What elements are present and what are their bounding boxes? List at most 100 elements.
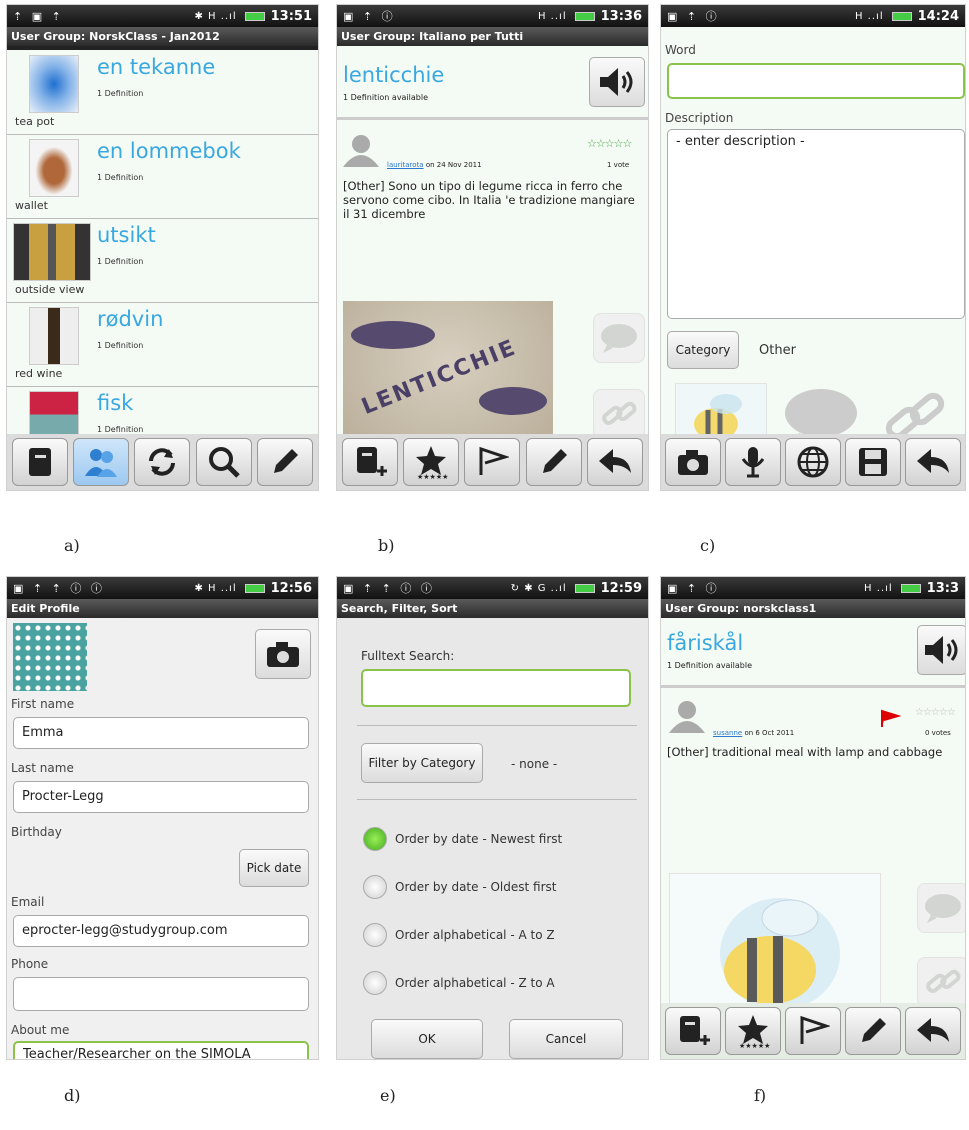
cancel-button[interactable]: Cancel: [509, 1019, 623, 1059]
list-item[interactable]: utsikt 1 Definition outside view: [7, 219, 318, 303]
screen-title: User Group: Italiano per Tutti: [337, 27, 648, 46]
last-name-input[interactable]: Procter-Legg: [13, 781, 309, 813]
rate-button[interactable]: ★★★★★: [725, 1007, 781, 1055]
flag-icon: [800, 1015, 830, 1044]
category-button[interactable]: Category: [667, 331, 739, 369]
comment-button[interactable]: [593, 313, 645, 363]
link-button[interactable]: [917, 957, 965, 1007]
search-label: Fulltext Search:: [361, 649, 455, 663]
save-icon: [859, 448, 887, 476]
list-item-translation: red wine: [15, 367, 63, 380]
filter-category-button[interactable]: Filter by Category: [361, 743, 483, 783]
edit-button[interactable]: [257, 438, 314, 486]
ok-button[interactable]: OK: [371, 1019, 483, 1059]
speaker-icon: [925, 636, 958, 664]
clock: 12:59: [600, 580, 642, 596]
comment-icon: [601, 324, 637, 353]
back-button[interactable]: [905, 438, 961, 486]
birthday-label: Birthday: [11, 825, 62, 839]
search-button[interactable]: [195, 438, 252, 486]
flag-icon[interactable]: [879, 709, 901, 729]
users-icon: [85, 449, 118, 477]
pick-date-button[interactable]: Pick date: [239, 849, 309, 887]
about-input[interactable]: Teacher/Researcher on the SIMOLA project…: [13, 1041, 309, 1059]
back-arrow-icon: [599, 449, 632, 473]
word-heading: fåriskål: [667, 631, 744, 655]
search-input[interactable]: [361, 669, 631, 707]
word-heading: lenticchie: [343, 63, 445, 87]
caption-e: e): [380, 1086, 396, 1105]
link-button[interactable]: [593, 389, 645, 439]
camera-button[interactable]: [665, 438, 721, 486]
flag-button[interactable]: [785, 1007, 841, 1055]
first-name-input[interactable]: Emma: [13, 717, 309, 749]
add-definition-button[interactable]: [665, 1007, 721, 1055]
toolbar: [661, 434, 965, 490]
comment-icon: [925, 894, 961, 923]
link-icon: [926, 969, 961, 993]
notebook-plus-icon: [680, 1016, 710, 1045]
speaker-button[interactable]: [917, 625, 965, 675]
comment-button[interactable]: [917, 883, 965, 933]
toolbar: ★★★★★: [661, 1003, 965, 1059]
speaker-button[interactable]: [589, 57, 645, 107]
groups-button[interactable]: [73, 438, 130, 486]
first-name-label: First name: [11, 697, 75, 711]
word-input[interactable]: [667, 63, 965, 99]
edit-button[interactable]: [845, 1007, 901, 1055]
email-input[interactable]: eprocter-legg@studygroup.com: [13, 915, 309, 947]
word-label: Word: [665, 43, 696, 57]
list-item[interactable]: en tekanne 1 Definition tea pot: [7, 51, 318, 135]
screen-title: User Group: norskclass1: [661, 599, 965, 618]
flag-button[interactable]: [464, 438, 521, 486]
rate-button[interactable]: ★★★★★: [403, 438, 460, 486]
filter-value: - none -: [511, 757, 558, 771]
edit-button[interactable]: [525, 438, 582, 486]
list-item[interactable]: en lommebok 1 Definition wallet: [7, 135, 318, 219]
word-image: [29, 55, 79, 113]
word-image: [13, 223, 91, 281]
back-button[interactable]: [905, 1007, 961, 1055]
screen-title: Edit Profile: [7, 599, 318, 618]
speaker-icon: [600, 68, 633, 96]
category-value: Other: [759, 343, 796, 358]
phone-input[interactable]: [13, 977, 309, 1011]
list-item-defs: 1 Definition: [97, 425, 144, 434]
add-definition-button[interactable]: [341, 438, 398, 486]
radio-alpha-a-z[interactable]: [363, 923, 387, 947]
profile-photo: [13, 623, 87, 691]
flag-icon: [479, 446, 510, 475]
screen-e: ▣ ⇡ ⇡ ⓘ ⓘ ↻ ✱ G ..ıl 12:59 Search, Filter,…: [336, 576, 649, 1060]
radio-newest-first[interactable]: [363, 827, 387, 851]
screen-c: ▣ ⇡ ⓘ H ..ıl 14:24 Word Description - ente…: [660, 4, 966, 491]
option-label: Order by date - Oldest first: [395, 880, 557, 894]
description-label: Description: [665, 111, 734, 125]
option-label: Order alphabetical - Z to A: [395, 976, 555, 990]
notebook-button[interactable]: [11, 438, 68, 486]
screen-b: ▣ ⇡ ⓘ H ..ıl 13:36 User Group: Italiano pe…: [336, 4, 649, 491]
author-link[interactable]: lauritarota: [387, 161, 424, 169]
list-item-translation: tea pot: [15, 115, 55, 128]
pencil-icon: [542, 449, 567, 473]
radio-oldest-first[interactable]: [363, 875, 387, 899]
rating-stars[interactable]: ☆☆☆☆☆: [915, 707, 956, 718]
description-input[interactable]: - enter description -: [667, 129, 965, 319]
microphone-button[interactable]: [725, 438, 781, 486]
back-arrow-icon: [917, 449, 949, 473]
list-item[interactable]: rødvin 1 Definition red wine: [7, 303, 318, 387]
notebook-plus-icon: [356, 447, 387, 476]
back-button[interactable]: [587, 438, 644, 486]
author-link[interactable]: susanne: [713, 729, 742, 737]
rating-stars[interactable]: ☆☆☆☆☆: [587, 137, 632, 150]
camera-button[interactable]: [255, 629, 311, 679]
globe-button[interactable]: [785, 438, 841, 486]
radio-alpha-z-a[interactable]: [363, 971, 387, 995]
save-button[interactable]: [845, 438, 901, 486]
camera-icon: [267, 642, 299, 667]
list-item[interactable]: fisk 1 Definition: [7, 387, 318, 449]
sync-button[interactable]: [134, 438, 191, 486]
email-label: Email: [11, 895, 45, 909]
screen-a: ⇡ ▣ ⇡ ✱ H ..ıl 13:51 User Group: NorskClas…: [6, 4, 319, 491]
svg-text:★★★★★: ★★★★★: [739, 1042, 770, 1049]
post-date: on 6 Oct 2011: [744, 729, 795, 737]
